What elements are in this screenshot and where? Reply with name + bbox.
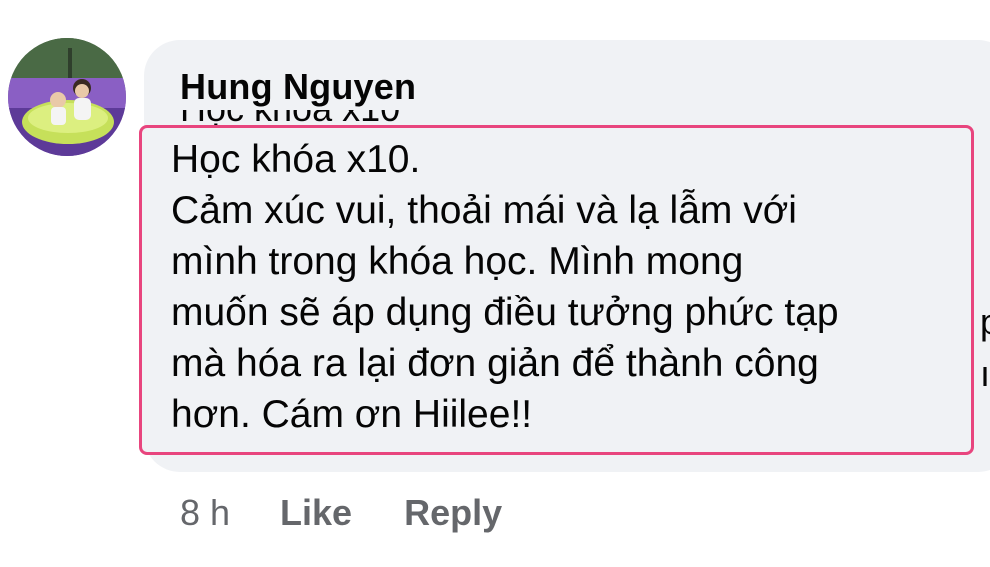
comment-text-line: mình trong khóa học. Mình mong	[171, 240, 744, 283]
reply-button[interactable]: Reply	[404, 492, 502, 534]
comment-timestamp[interactable]: 8 h	[180, 492, 230, 534]
avatar-photo	[8, 38, 126, 156]
obscured-comment-line: Học khóa x10	[180, 110, 480, 126]
comment-author[interactable]: Hung Nguyen	[180, 66, 416, 108]
comment: Hung Nguyen Học khóa x10 p ı Học khóa x1…	[0, 0, 990, 567]
comment-text-line: muốn sẽ áp dụng điều tưởng phức tạp	[171, 291, 839, 334]
comment-text-line: Cảm xúc vui, thoải mái và lạ lẫm với	[171, 189, 797, 232]
comment-text: Học khóa x10. Cảm xúc vui, thoải mái và …	[171, 134, 971, 440]
avatar[interactable]	[8, 38, 126, 156]
comment-text-line: hơn. Cám ơn Hiilee!!	[171, 393, 533, 436]
like-button[interactable]: Like	[280, 492, 352, 534]
clipped-text-edge: p ı	[980, 301, 990, 394]
comment-actions: 8 h Like Reply	[180, 492, 502, 534]
comment-text-line: mà hóa ra lại đơn giản để thành công	[171, 342, 819, 385]
comment-text-line: Học khóa x10.	[171, 138, 421, 181]
highlighted-comment-text: Học khóa x10. Cảm xúc vui, thoải mái và …	[139, 125, 974, 455]
